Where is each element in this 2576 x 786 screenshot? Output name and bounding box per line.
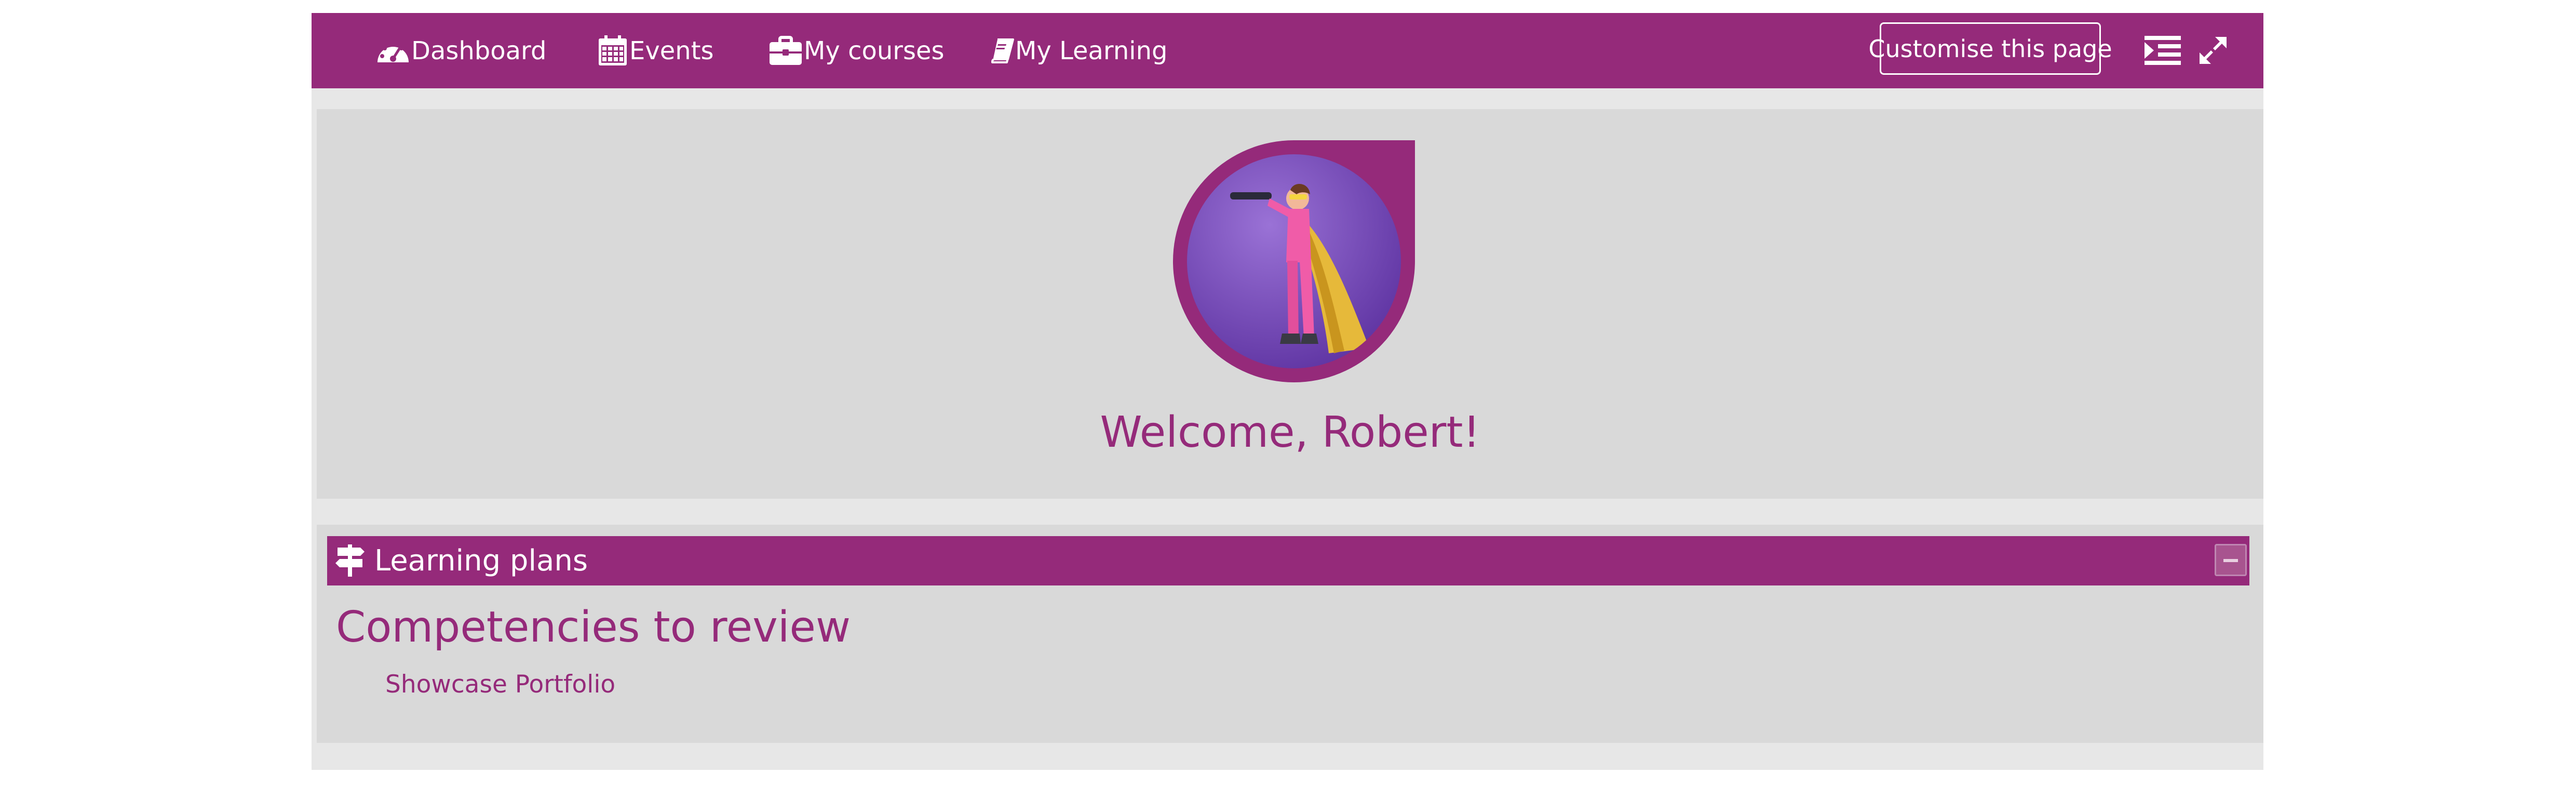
customise-page-button[interactable]: Customise this page	[1868, 22, 2112, 75]
nav-label-my-learning: My Learning	[1015, 36, 1168, 65]
top-navbar: Dashboard Events My courses My Learning …	[312, 13, 2263, 88]
nav-label-dashboard: Dashboard	[411, 36, 547, 65]
learning-plans-header: Learning plans	[327, 536, 2249, 585]
welcome-panel: Welcome, Robert!	[317, 109, 2263, 499]
calendar-icon	[597, 35, 628, 67]
nav-item-my-courses[interactable]: My courses	[768, 13, 945, 88]
nav-label-events: Events	[629, 36, 714, 65]
learning-plans-title: Learning plans	[374, 544, 588, 578]
signpost-icon	[335, 544, 365, 579]
indent-icon[interactable]	[2145, 36, 2181, 67]
expand-icon[interactable]	[2197, 35, 2229, 68]
collapse-icon[interactable]	[2215, 544, 2247, 576]
welcome-message: Welcome, Robert!	[1100, 408, 1480, 457]
avatar	[1173, 140, 1415, 382]
briefcase-icon	[768, 35, 803, 66]
nav-item-my-learning[interactable]: My Learning	[991, 13, 1167, 88]
nav-label-my-courses: My courses	[804, 36, 945, 65]
dashboard-icon	[376, 35, 410, 66]
page-container: Dashboard Events My courses My Learning …	[312, 13, 2263, 770]
nav-item-events[interactable]: Events	[597, 13, 714, 88]
book-icon	[991, 38, 1014, 63]
learning-plans-block: Learning plans Competencies to review Sh…	[317, 525, 2263, 743]
learning-plan-link[interactable]: Showcase Portfolio	[385, 670, 615, 699]
competencies-heading: Competencies to review	[336, 603, 851, 652]
nav-item-dashboard[interactable]: Dashboard	[376, 13, 546, 88]
